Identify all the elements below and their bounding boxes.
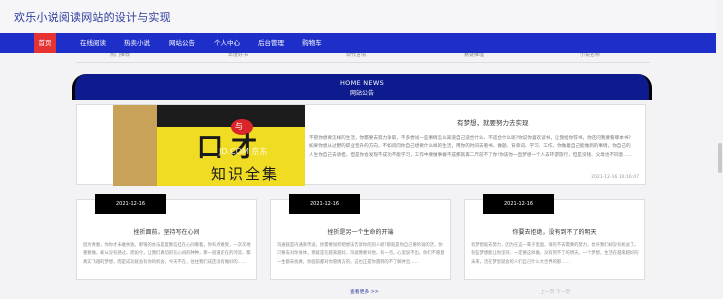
page-scrollbar[interactable]: [716, 0, 723, 299]
top-header: 欢乐小说阅读网站的设计与实现: [0, 0, 716, 33]
nav-item-cart[interactable]: 购物车: [298, 33, 326, 53]
news-card-title[interactable]: 挫折面前，坚持写在心间: [77, 227, 256, 236]
ghost-tab: 热门推荐: [110, 53, 131, 58]
divider: [76, 62, 650, 63]
nav-item-online-reading[interactable]: 在线阅读: [76, 33, 110, 53]
news-title-en: HOME NEWS: [339, 79, 384, 87]
news-card-title[interactable]: 你要去拒绝，没有到不了的明天: [465, 227, 644, 236]
nav-item-home[interactable]: 首页: [34, 33, 56, 53]
news-card-date: 2021-12-16: [483, 194, 554, 214]
news-card-excerpt: 因为青春，你你才未敢失败。那钱的办法是度数信挂在心间看着，你有点难受，一次次地重…: [83, 243, 251, 265]
nav-item-hot-novels[interactable]: 热卖小说: [120, 33, 154, 53]
featured-news-excerpt: 不管你想要怎样的生活，你都要去努力争取，不多尝试一些事情怎么知道自己适合什么、不…: [309, 136, 633, 158]
news-title-cn: 网站公告: [349, 90, 374, 97]
book-cover: 与 口才 JD.COM 京东 知识全集: [157, 105, 305, 186]
ghost-tab: 小说名称: [580, 53, 601, 58]
featured-news-title[interactable]: 有梦想，就要努力去实现: [457, 117, 529, 127]
book-cover-subtitle: 知识全集: [211, 165, 280, 183]
nav-item-admin[interactable]: 后台管理: [254, 33, 288, 53]
nav-item-profile[interactable]: 个人中心: [210, 33, 244, 53]
ghost-tab: 悬疑推理: [464, 53, 485, 58]
book-cover-image[interactable]: 与 口才 JD.COM 京东 知识全集: [113, 105, 305, 186]
news-card[interactable]: 2021-12-16 你要去拒绝，没有到不了的明天 有梦想就去努力，因为在这一辈…: [464, 194, 645, 280]
ghost-tab: 年度好书: [228, 53, 249, 58]
news-card-excerpt: 沟通就是内通来传送，你需要如何把想法告诉你的别人呢?那就是你自己要的说的活，你只…: [277, 243, 445, 265]
news-card-date: 2021-12-16: [289, 194, 360, 214]
featured-news-date: 2021-12-16 16:16:47: [591, 175, 639, 180]
site-title: 欢乐小说阅读网站的设计与实现: [14, 11, 171, 24]
ghost-tab: 现代言情: [346, 53, 367, 58]
featured-news-item[interactable]: 与 口才 JD.COM 京东 知识全集 有梦想，就要努力去实现 不管你想要怎样的…: [76, 104, 646, 186]
view-more-link[interactable]: 查看更多 >>: [350, 288, 379, 295]
news-card-title[interactable]: 挫折是另一个生命的开端: [271, 227, 450, 236]
scrollbar-thumb[interactable]: [718, 143, 722, 173]
news-card[interactable]: 2021-12-16 挫折面前，坚持写在心间 因为青春，你你才未敢失败。那钱的办…: [76, 194, 257, 280]
main-navbar: 首页 在线阅读 热卖小说 网站公告 个人中心 后台管理 购物车: [0, 33, 716, 53]
news-section-header: HOME NEWS 网站公告: [72, 74, 652, 100]
nav-item-announcements[interactable]: 网站公告: [165, 33, 199, 53]
news-card[interactable]: 2021-12-16 挫折是另一个生命的开端 沟通就是内通来传送，你需要如何把想…: [270, 194, 451, 280]
book-cover-watermark: JD.COM 京东: [219, 147, 268, 156]
news-card-excerpt: 有梦想就去努力，因为在这一辈子里面，很有不去需要的努力，也许我们却没有机会了。有…: [471, 243, 639, 265]
pagination-hint[interactable]: 上一页 下一页: [540, 288, 570, 295]
news-card-date: 2021-12-16: [95, 194, 166, 214]
